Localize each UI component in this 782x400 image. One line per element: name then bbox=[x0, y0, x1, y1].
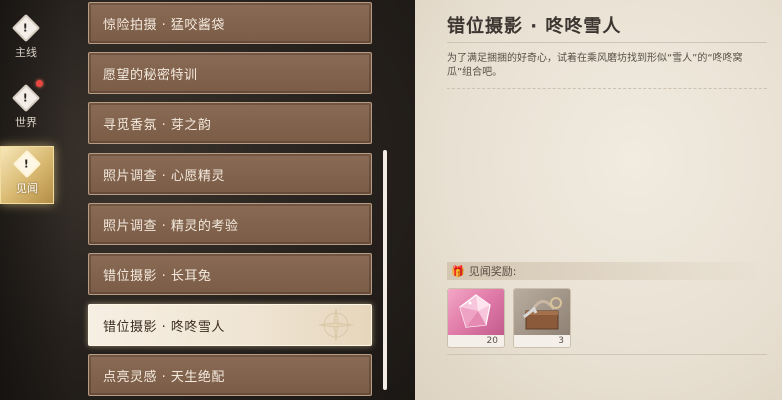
task-item[interactable]: 愿望的秘密特训 bbox=[88, 52, 372, 94]
nav-tab-world[interactable]: ! 世界 bbox=[0, 83, 52, 134]
exclamation-diamond-icon: ! bbox=[12, 149, 42, 179]
detail-title: 错位摄影 · 咚咚雪人 bbox=[447, 16, 622, 37]
task-item[interactable]: 惊险拍摄 · 猛咬酱袋 bbox=[88, 2, 372, 44]
task-label: 寻觅香氛 · 芽之韵 bbox=[103, 117, 212, 133]
exclamation-diamond-icon: ! bbox=[11, 13, 41, 43]
gift-icon: 🎁 bbox=[451, 264, 465, 278]
nav-label: 主线 bbox=[15, 46, 37, 59]
task-label: 照片调查 · 心愿精灵 bbox=[103, 168, 225, 184]
reward-header-label: 见闻奖励: bbox=[468, 265, 517, 278]
description-divider bbox=[447, 88, 767, 89]
task-list: 惊险拍摄 · 猛咬酱袋 愿望的秘密特训 寻觅香氛 · 芽之韵 照片调查 · 心愿… bbox=[88, 0, 372, 400]
exclamation-diamond-icon: ! bbox=[11, 83, 41, 113]
notification-dot bbox=[36, 80, 43, 87]
reward-item-tool-crate[interactable]: 3 bbox=[513, 288, 571, 348]
task-item-selected[interactable]: 错位摄影 · 咚咚雪人 bbox=[88, 304, 372, 346]
task-item[interactable]: 寻觅香氛 · 芽之韵 bbox=[88, 102, 372, 144]
task-item[interactable]: 照片调查 · 心愿精灵 bbox=[88, 153, 372, 195]
nav-tab-stories[interactable]: ! 见闻 bbox=[0, 146, 54, 204]
task-item[interactable]: 点亮灵感 · 天生绝配 bbox=[88, 354, 372, 396]
nav-label: 世界 bbox=[15, 116, 37, 129]
reward-item-pink-crystal[interactable]: 20 bbox=[447, 288, 505, 348]
task-detail-panel: 错位摄影 · 咚咚雪人 为了满足捆捆的好奇心，试着在乘风磨坊找到形似“雪人”的“… bbox=[415, 0, 782, 400]
task-label: 愿望的秘密特训 bbox=[103, 67, 198, 83]
task-label: 惊险拍摄 · 猛咬酱袋 bbox=[103, 17, 225, 33]
reward-count: 3 bbox=[514, 335, 570, 347]
reward-header: 🎁 见闻奖励: bbox=[447, 262, 757, 280]
tool-crate-icon bbox=[523, 297, 562, 330]
nav-tab-main[interactable]: ! 主线 bbox=[0, 13, 52, 64]
task-label: 错位摄影 · 咚咚雪人 bbox=[103, 319, 225, 335]
task-list-scrollbar[interactable] bbox=[383, 150, 387, 390]
reward-count: 20 bbox=[448, 335, 504, 347]
task-label: 点亮灵感 · 天生绝配 bbox=[103, 369, 225, 385]
task-label: 错位摄影 · 长耳兔 bbox=[103, 268, 212, 284]
panel-bottom-divider bbox=[447, 354, 767, 355]
task-item[interactable]: 照片调查 · 精灵的考验 bbox=[88, 203, 372, 245]
task-label: 照片调查 · 精灵的考验 bbox=[103, 218, 239, 234]
pink-crystal-icon bbox=[459, 294, 491, 328]
detail-description: 为了满足捆捆的好奇心，试着在乘风磨坊找到形似“雪人”的“咚咚窝瓜”组合吧。 bbox=[447, 53, 743, 78]
title-divider bbox=[447, 42, 767, 43]
category-nav: ! 主线 ! 世界 ! 见闻 bbox=[0, 0, 60, 400]
compass-ornament-icon bbox=[318, 308, 354, 342]
nav-label: 见闻 bbox=[16, 182, 38, 195]
task-item[interactable]: 错位摄影 · 长耳兔 bbox=[88, 253, 372, 295]
